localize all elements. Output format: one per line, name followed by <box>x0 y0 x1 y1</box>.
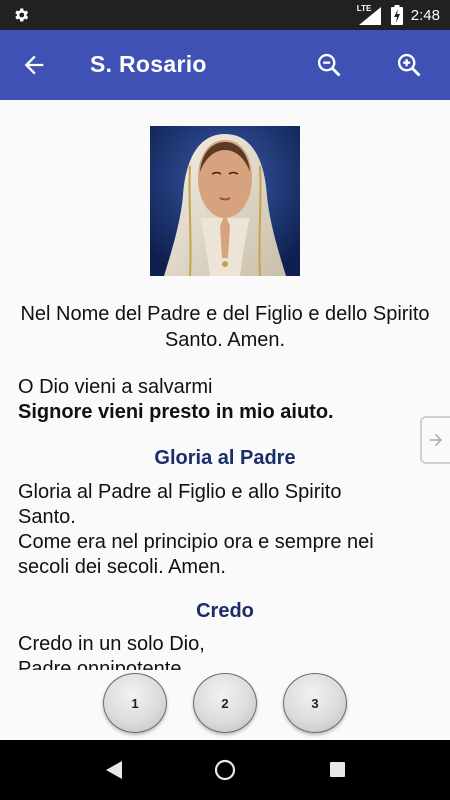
app-bar: S. Rosario <box>0 30 450 100</box>
system-nav-bar <box>0 740 450 800</box>
zoom-out-icon[interactable] <box>315 51 343 79</box>
arrow-right-icon <box>430 434 442 446</box>
credo-line-2: Padre onnipotente, <box>18 658 188 670</box>
back-arrow-icon[interactable] <box>20 51 48 79</box>
zoom-in-icon[interactable] <box>395 51 423 79</box>
gear-icon <box>15 8 29 22</box>
credo-heading: Credo <box>196 600 254 622</box>
nav-recent-icon[interactable] <box>330 762 345 777</box>
clock: 2:48 <box>410 6 440 24</box>
battery-charging-icon <box>390 5 403 25</box>
madonna-image <box>150 126 300 276</box>
invocation-text: Nel Nome del Padre e del Figlio e dello … <box>20 303 430 351</box>
prayer-content[interactable]: Nel Nome del Padre e del Figlio e dello … <box>0 100 450 670</box>
nav-home-icon[interactable] <box>214 759 236 781</box>
credo-line-1: Credo in un solo Dio, <box>18 633 205 655</box>
nav-back-icon[interactable] <box>105 760 123 780</box>
status-bar: LTE 2:48 <box>0 0 450 30</box>
page-title: S. Rosario <box>90 51 207 77</box>
next-page-tab[interactable] <box>420 416 450 464</box>
signal-icon <box>358 7 381 25</box>
gloria-line-2: Come era nel principio ora e sempre nei … <box>18 531 374 578</box>
decade-button-2[interactable]: 2 <box>193 673 257 733</box>
decade-button-3[interactable]: 3 <box>283 673 347 733</box>
decade-button-1[interactable]: 1 <box>103 673 167 733</box>
opening-line: O Dio vieni a salvarmi <box>18 376 213 398</box>
gloria-line-1: Gloria al Padre al Figlio e allo Spirito… <box>18 481 342 528</box>
gloria-heading: Gloria al Padre <box>154 447 296 469</box>
opening-response: Signore vieni presto in mio aiuto. <box>18 401 334 423</box>
